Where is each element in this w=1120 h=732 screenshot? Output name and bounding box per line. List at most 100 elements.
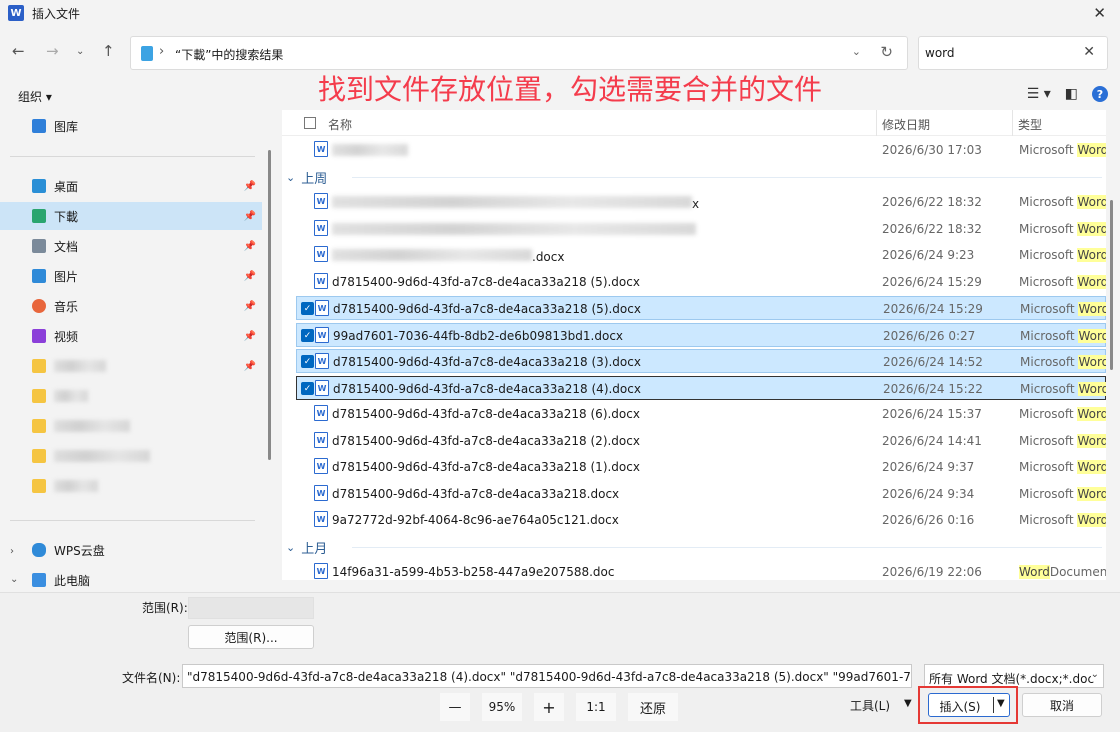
sidebar-item-documents[interactable]: 文档 📌 <box>0 232 262 260</box>
insert-dropdown-icon[interactable]: ▼ <box>997 698 1005 709</box>
file-type-prefix: Microsoft <box>1019 195 1078 209</box>
breadcrumb-path[interactable]: “下載”中的搜索结果 <box>175 46 283 63</box>
file-type-prefix: Microsoft <box>1019 143 1078 157</box>
file-type-prefix: Microsoft <box>1019 460 1078 474</box>
filename-value[interactable]: "d7815400-9d6d-43fd-a7c8-de4aca33a218 (4… <box>187 670 911 684</box>
restore-button[interactable]: 还原 <box>628 693 678 721</box>
window-title: 插入文件 <box>32 6 81 21</box>
word-doc-icon: W <box>314 511 328 527</box>
sidebar-item-pictures[interactable]: 图片 📌 <box>0 262 262 290</box>
recent-dropdown-icon[interactable]: ⌄ <box>76 46 84 57</box>
checkbox-checked-icon[interactable]: ✓ <box>301 329 314 342</box>
actual-size-button[interactable]: 1:1 <box>576 693 616 721</box>
column-header-date[interactable]: 修改日期 <box>882 116 930 133</box>
select-all-checkbox[interactable] <box>304 117 316 129</box>
file-row[interactable]: W 2026/6/22 18:32 Microsoft Word <box>296 217 1106 241</box>
sidebar-item-folder[interactable]: 📌 <box>0 352 262 380</box>
file-type: Microsoft Word <box>1019 407 1106 421</box>
search-highlight: Word <box>1077 513 1106 527</box>
sidebar-item-wps-cloud[interactable]: WPS云盘 <box>0 536 262 564</box>
column-header-type[interactable]: 类型 <box>1018 116 1042 133</box>
file-row[interactable]: Wd7815400-9d6d-43fd-a7c8-de4aca33a218 (6… <box>296 402 1106 426</box>
file-type-prefix: Microsoft <box>1019 487 1078 501</box>
sidebar-item-folder[interactable] <box>0 442 262 470</box>
blurred-folder-name <box>54 360 106 372</box>
sidebar-item-this-pc[interactable]: 此电脑 <box>0 566 262 594</box>
sidebar-item-gallery[interactable]: 图库 <box>0 112 262 140</box>
file-row[interactable]: W 14f96a31-a599-4b53-b258-447a9e207588.d… <box>296 560 1106 580</box>
view-controls: ☰ ▾ ◧ ? <box>1027 86 1108 102</box>
file-row[interactable]: W 2026/6/30 17:03 Microsoft Word <box>296 138 1106 162</box>
filename-input[interactable]: "d7815400-9d6d-43fd-a7c8-de4aca33a218 (4… <box>182 664 912 688</box>
sidebar-scrollbar[interactable] <box>268 150 271 460</box>
zoom-in-button[interactable]: + <box>534 693 564 721</box>
file-type: Microsoft Word <box>1019 248 1106 262</box>
organize-menu-button[interactable]: 组织 ▾ <box>18 88 52 105</box>
sidebar-item-downloads[interactable]: 下載 📌 <box>0 202 262 230</box>
search-folder-icon <box>141 46 153 61</box>
sidebar-item-music[interactable]: 音乐 📌 <box>0 292 262 320</box>
file-row[interactable]: ✓ Wd7815400-9d6d-43fd-a7c8-de4aca33a218 (… <box>296 296 1106 320</box>
filetype-select[interactable]: 所有 Word 文档(*.docx;*.doc ⌄ <box>924 664 1104 688</box>
file-date: 2026/6/26 0:16 <box>882 513 975 527</box>
file-row[interactable]: Wd7815400-9d6d-43fd-a7c8-de4aca33a218 (5… <box>296 270 1106 294</box>
search-box[interactable]: word ✕ <box>918 36 1108 70</box>
sidebar-item-folder[interactable] <box>0 472 262 500</box>
tools-dropdown-icon[interactable]: ▼ <box>904 698 912 709</box>
address-bar[interactable]: › “下載”中的搜索结果 ⌄ ↻ <box>130 36 908 70</box>
group-divider <box>352 547 1102 548</box>
sidebar-item-label: 音乐 <box>54 299 79 314</box>
group-header-last-week[interactable]: ⌄ 上周 <box>286 168 327 187</box>
checkbox-checked-icon[interactable]: ✓ <box>301 382 314 395</box>
file-row[interactable]: Wd7815400-9d6d-43fd-a7c8-de4aca33a218 (1… <box>296 455 1106 479</box>
group-header-last-month[interactable]: ⌄ 上月 <box>286 538 327 557</box>
search-highlight: Word <box>1078 302 1106 316</box>
file-list-scrollbar[interactable] <box>1110 200 1113 370</box>
column-divider[interactable] <box>1012 110 1013 136</box>
preview-pane-icon[interactable]: ◧ <box>1065 86 1078 102</box>
sidebar-item-desktop[interactable]: 桌面 📌 <box>0 172 262 200</box>
range-button[interactable]: 范围(R)... <box>188 625 314 649</box>
file-row[interactable]: Wx 2026/6/22 18:32 Microsoft Word <box>296 190 1106 214</box>
forward-arrow-icon[interactable]: → <box>46 42 59 60</box>
cancel-button[interactable]: 取消 <box>1022 693 1102 717</box>
zoom-out-button[interactable]: — <box>440 693 470 721</box>
chevron-down-icon: ⌄ <box>286 541 296 554</box>
checkbox-checked-icon[interactable]: ✓ <box>301 355 314 368</box>
file-date: 2026/6/24 15:37 <box>882 407 982 421</box>
instruction-annotation: 找到文件存放位置，勾选需要合并的文件 <box>318 73 823 106</box>
clear-search-icon[interactable]: ✕ <box>1083 44 1095 60</box>
file-row[interactable]: ✓ W 99ad7601-7036-44fb-8db2-de6b09813bd1.d… <box>296 323 1106 347</box>
search-input[interactable]: word <box>925 46 955 60</box>
file-date: 2026/6/22 18:32 <box>882 195 982 209</box>
column-divider[interactable] <box>876 110 877 136</box>
column-header-name[interactable]: 名称 <box>328 116 352 133</box>
sidebar-item-videos[interactable]: 视频 📌 <box>0 322 262 350</box>
file-date: 2026/6/24 15:22 <box>883 382 983 396</box>
up-arrow-icon[interactable]: ↑ <box>102 42 115 60</box>
file-row[interactable]: W 9a72772d-92bf-4064-8c96-ae764a05c121.do… <box>296 508 1106 532</box>
file-name: d7815400-9d6d-43fd-a7c8-de4aca33a218 (2)… <box>332 434 640 448</box>
file-row[interactable]: ✓ Wd7815400-9d6d-43fd-a7c8-de4aca33a218 (… <box>296 349 1106 373</box>
view-mode-icon[interactable]: ☰ ▾ <box>1027 86 1051 102</box>
insert-button[interactable]: 插入(S) ▼ <box>928 693 1010 717</box>
title-bar: W 插入文件 ✕ <box>0 0 1120 26</box>
close-icon[interactable]: ✕ <box>1093 4 1106 22</box>
sidebar-item-folder[interactable] <box>0 382 262 410</box>
file-row[interactable]: ✓ Wd7815400-9d6d-43fd-a7c8-de4aca33a218 (… <box>296 376 1106 400</box>
address-dropdown-icon[interactable]: ⌄ <box>852 45 861 58</box>
back-arrow-icon[interactable]: ← <box>12 42 25 60</box>
help-icon[interactable]: ? <box>1092 86 1108 102</box>
range-field[interactable] <box>188 597 314 619</box>
file-date: 2026/6/24 14:41 <box>882 434 982 448</box>
file-row[interactable]: W .docx 2026/6/24 9:23 Microsoft Word <box>296 243 1106 267</box>
file-date: 2026/6/24 15:29 <box>882 275 982 289</box>
sidebar-item-folder[interactable] <box>0 412 262 440</box>
pin-icon: 📌 <box>243 180 256 192</box>
file-row[interactable]: Wd7815400-9d6d-43fd-a7c8-de4aca33a218.do… <box>296 482 1106 506</box>
refresh-icon[interactable]: ↻ <box>880 43 893 61</box>
file-date: 2026/6/24 15:29 <box>883 302 983 316</box>
file-row[interactable]: Wd7815400-9d6d-43fd-a7c8-de4aca33a218 (2… <box>296 429 1106 453</box>
tools-menu-button[interactable]: 工具(L) <box>850 697 890 714</box>
checkbox-checked-icon[interactable]: ✓ <box>301 302 314 315</box>
